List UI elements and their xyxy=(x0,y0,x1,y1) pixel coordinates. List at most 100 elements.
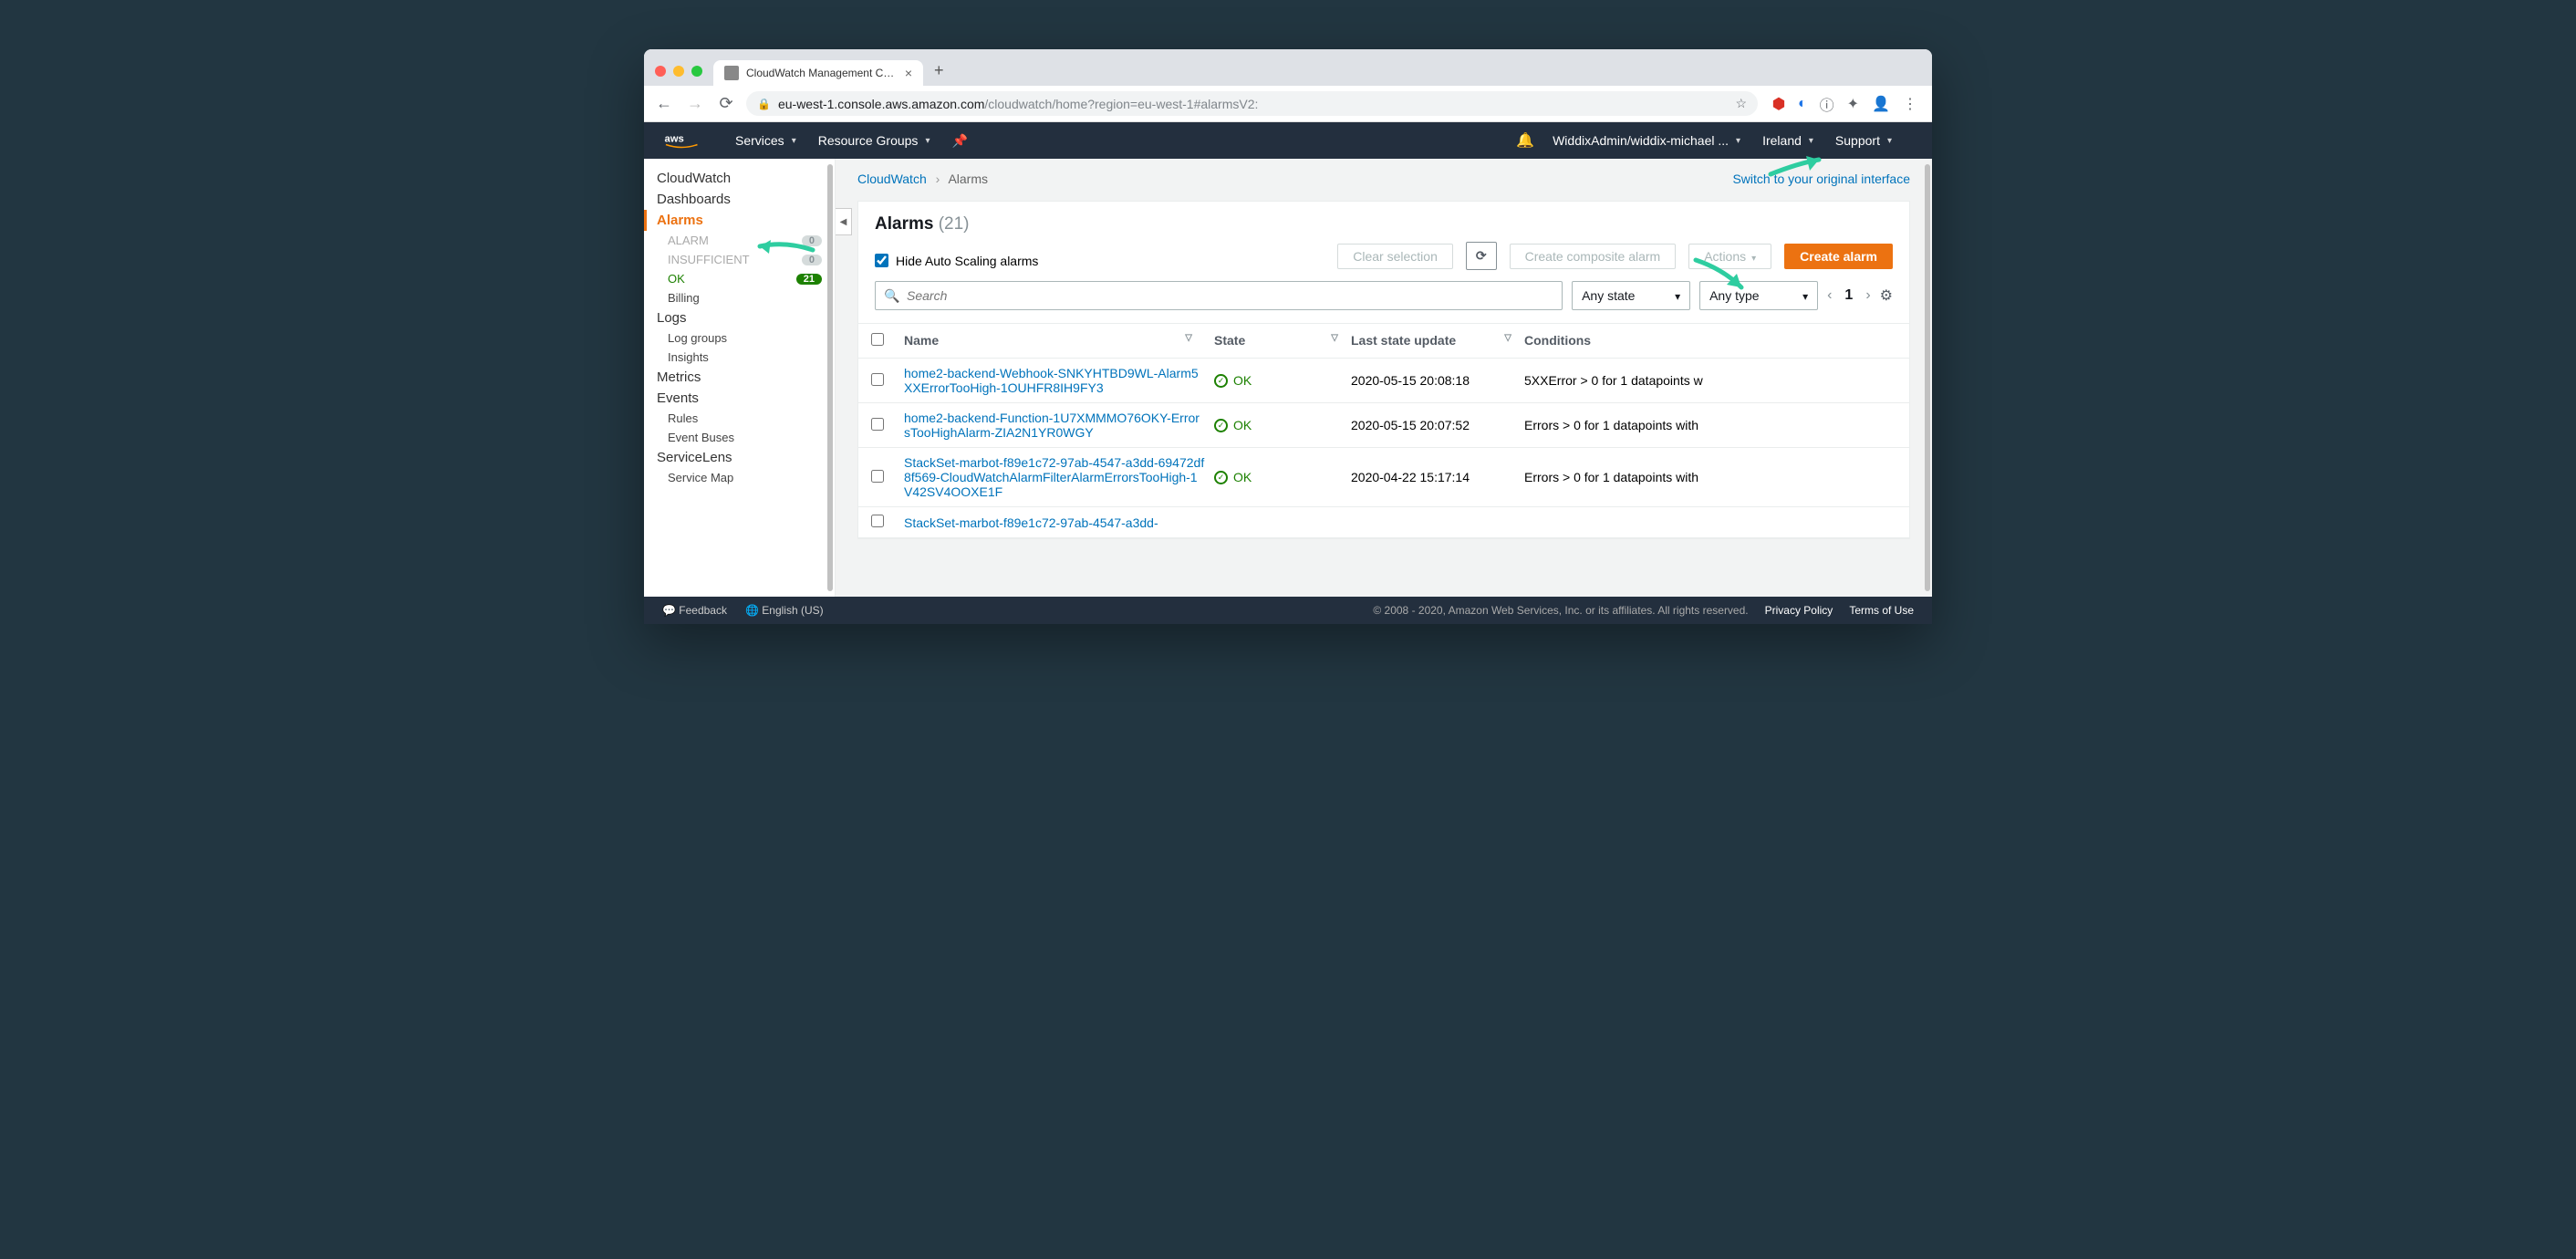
minimize-window-button[interactable] xyxy=(673,66,684,77)
svg-text:aws: aws xyxy=(665,134,684,145)
sidebar-item-events[interactable]: Events xyxy=(644,388,835,409)
alarm-name-link[interactable]: home2-backend-Webhook-SNKYHTBD9WL-Alarm5… xyxy=(904,366,1199,395)
aws-top-nav: aws Services Resource Groups 📌 🔔 WiddixA… xyxy=(644,122,1932,159)
browser-extensions: ⬢ ◐ ⓘ ✦ 👤 ⋮ xyxy=(1767,93,1923,115)
profile-avatar-icon[interactable]: 👤 xyxy=(1872,95,1890,113)
header-update[interactable]: Last state update▽ xyxy=(1351,333,1524,349)
reload-button[interactable]: ⟳ xyxy=(715,94,737,113)
sidebar-item-log-groups[interactable]: Log groups xyxy=(644,328,835,348)
sidebar-collapse-button[interactable]: ◀ xyxy=(836,208,852,235)
language-selector[interactable]: 🌐 English (US) xyxy=(745,604,824,617)
conditions-text: Errors > 0 for 1 datapoints with xyxy=(1524,470,1896,484)
tab-title: CloudWatch Management Cons xyxy=(746,67,898,79)
alarm-name-link[interactable]: home2-backend-Function-1U7XMMMO76OKY-Err… xyxy=(904,411,1200,440)
extension-icon[interactable]: ⬢ xyxy=(1772,95,1785,113)
header-state[interactable]: State▽ xyxy=(1214,333,1351,349)
refresh-button[interactable]: ⟳ xyxy=(1466,242,1497,270)
pagination: ‹ 1 › xyxy=(1827,287,1871,304)
conditions-text: Errors > 0 for 1 datapoints with xyxy=(1524,418,1896,432)
sidebar-item-alarms[interactable]: Alarms xyxy=(644,210,835,231)
browser-tab[interactable]: CloudWatch Management Cons × xyxy=(713,60,923,86)
sidebar-item-logs[interactable]: Logs xyxy=(644,307,835,328)
hide-autoscaling-input[interactable] xyxy=(875,254,888,267)
new-tab-button[interactable]: + xyxy=(923,61,955,86)
maximize-window-button[interactable] xyxy=(691,66,702,77)
search-input[interactable] xyxy=(875,281,1563,310)
table-row: StackSet-marbot-f89e1c72-97ab-4547-a3dd-… xyxy=(858,448,1909,507)
notifications-bell-icon[interactable]: 🔔 xyxy=(1516,131,1534,150)
search-field[interactable]: 🔍 xyxy=(875,281,1563,310)
sidebar-item-rules[interactable]: Rules xyxy=(644,409,835,428)
back-button[interactable]: ← xyxy=(653,94,675,113)
extension-icon[interactable]: ◐ xyxy=(1798,96,1807,112)
row-checkbox[interactable] xyxy=(871,373,884,386)
type-filter-select[interactable]: Any type xyxy=(1699,281,1818,310)
region-menu[interactable]: Ireland xyxy=(1762,133,1813,148)
sidebar-item-service-map[interactable]: Service Map xyxy=(644,468,835,487)
sidebar-item-dashboards[interactable]: Dashboards xyxy=(644,189,835,210)
console-footer: 💬 Feedback 🌐 English (US) © 2008 - 2020,… xyxy=(644,597,1932,624)
state-badge: ✓ OK xyxy=(1214,470,1351,484)
info-icon[interactable]: ⓘ xyxy=(1820,93,1834,115)
breadcrumb-row: CloudWatch › Alarms Switch to your origi… xyxy=(836,159,1932,190)
forward-button[interactable]: → xyxy=(684,94,706,113)
page-number: 1 xyxy=(1844,287,1853,304)
last-update: 2020-05-15 20:08:18 xyxy=(1351,373,1524,388)
next-page-button[interactable]: › xyxy=(1865,287,1870,304)
lock-icon: 🔒 xyxy=(757,98,771,110)
sidebar-item-alarm[interactable]: ALARM0 xyxy=(644,231,835,250)
console-body: CloudWatchDashboardsAlarmsALARM0INSUFFIC… xyxy=(644,159,1932,597)
row-checkbox[interactable] xyxy=(871,418,884,431)
close-window-button[interactable] xyxy=(655,66,666,77)
pin-icon[interactable]: 📌 xyxy=(951,133,967,149)
sidebar-item-insufficient[interactable]: INSUFFICIENT0 xyxy=(644,250,835,269)
hide-autoscaling-checkbox[interactable]: Hide Auto Scaling alarms xyxy=(875,254,1038,268)
browser-tabbar: CloudWatch Management Cons × + xyxy=(644,49,1932,86)
alarm-name-link[interactable]: StackSet-marbot-f89e1c72-97ab-4547-a3dd-… xyxy=(904,455,1204,499)
row-checkbox[interactable] xyxy=(871,470,884,483)
create-composite-button[interactable]: Create composite alarm xyxy=(1510,244,1677,269)
search-icon: 🔍 xyxy=(884,288,899,304)
create-alarm-button[interactable]: Create alarm xyxy=(1784,244,1893,269)
terms-link[interactable]: Terms of Use xyxy=(1849,604,1914,617)
alarms-table: Name▽ State▽ Last state update▽ Conditio… xyxy=(857,324,1910,539)
sidebar-item-metrics[interactable]: Metrics xyxy=(644,367,835,388)
alarm-name-link[interactable]: StackSet-marbot-f89e1c72-97ab-4547-a3dd- xyxy=(904,515,1158,530)
actions-menu-button[interactable]: Actions xyxy=(1688,244,1771,269)
clear-selection-button[interactable]: Clear selection xyxy=(1337,244,1453,269)
alarms-panel: Alarms (21) Hide Auto Scaling alarms Cle… xyxy=(857,201,1910,324)
select-all-checkbox[interactable] xyxy=(871,333,884,346)
state-badge: ✓ OK xyxy=(1214,418,1351,432)
header-name[interactable]: Name▽ xyxy=(904,333,1214,349)
sidebar-item-cloudwatch[interactable]: CloudWatch xyxy=(644,168,835,189)
sidebar-item-event-buses[interactable]: Event Buses xyxy=(644,428,835,447)
privacy-link[interactable]: Privacy Policy xyxy=(1765,604,1833,617)
sidebar-item-ok[interactable]: OK21 xyxy=(644,269,835,288)
address-bar[interactable]: 🔒 eu-west-1.console.aws.amazon.com/cloud… xyxy=(746,91,1758,116)
prev-page-button[interactable]: ‹ xyxy=(1827,287,1832,304)
close-tab-button[interactable]: × xyxy=(905,67,912,79)
footer-copyright: © 2008 - 2020, Amazon Web Services, Inc.… xyxy=(1373,604,1748,617)
last-update: 2020-05-15 20:07:52 xyxy=(1351,418,1524,432)
state-filter-select[interactable]: Any state xyxy=(1572,281,1690,310)
breadcrumb-root[interactable]: CloudWatch xyxy=(857,172,927,186)
sidebar-item-billing[interactable]: Billing xyxy=(644,288,835,307)
browser-menu-icon[interactable]: ⋮ xyxy=(1903,95,1917,113)
state-badge: ✓ OK xyxy=(1214,373,1351,388)
sidebar-item-insights[interactable]: Insights xyxy=(644,348,835,367)
breadcrumb-current: Alarms xyxy=(948,172,988,186)
table-row: home2-backend-Function-1U7XMMMO76OKY-Err… xyxy=(858,403,1909,448)
account-menu[interactable]: WiddixAdmin/widdix-michael ... xyxy=(1553,133,1740,148)
aws-logo[interactable]: aws xyxy=(662,132,708,149)
resource-groups-menu[interactable]: Resource Groups xyxy=(818,133,930,148)
support-menu[interactable]: Support xyxy=(1835,133,1892,148)
settings-gear-icon[interactable]: ⚙ xyxy=(1880,286,1893,305)
sidebar-item-servicelens[interactable]: ServiceLens xyxy=(644,447,835,468)
switch-interface-link[interactable]: Switch to your original interface xyxy=(1732,172,1910,186)
extensions-puzzle-icon[interactable]: ✦ xyxy=(1847,95,1859,113)
feedback-link[interactable]: 💬 Feedback xyxy=(662,604,727,617)
sidebar: CloudWatchDashboardsAlarmsALARM0INSUFFIC… xyxy=(644,159,836,597)
row-checkbox[interactable] xyxy=(871,515,884,527)
bookmark-star-icon[interactable]: ☆ xyxy=(1735,96,1747,111)
services-menu[interactable]: Services xyxy=(735,133,796,148)
